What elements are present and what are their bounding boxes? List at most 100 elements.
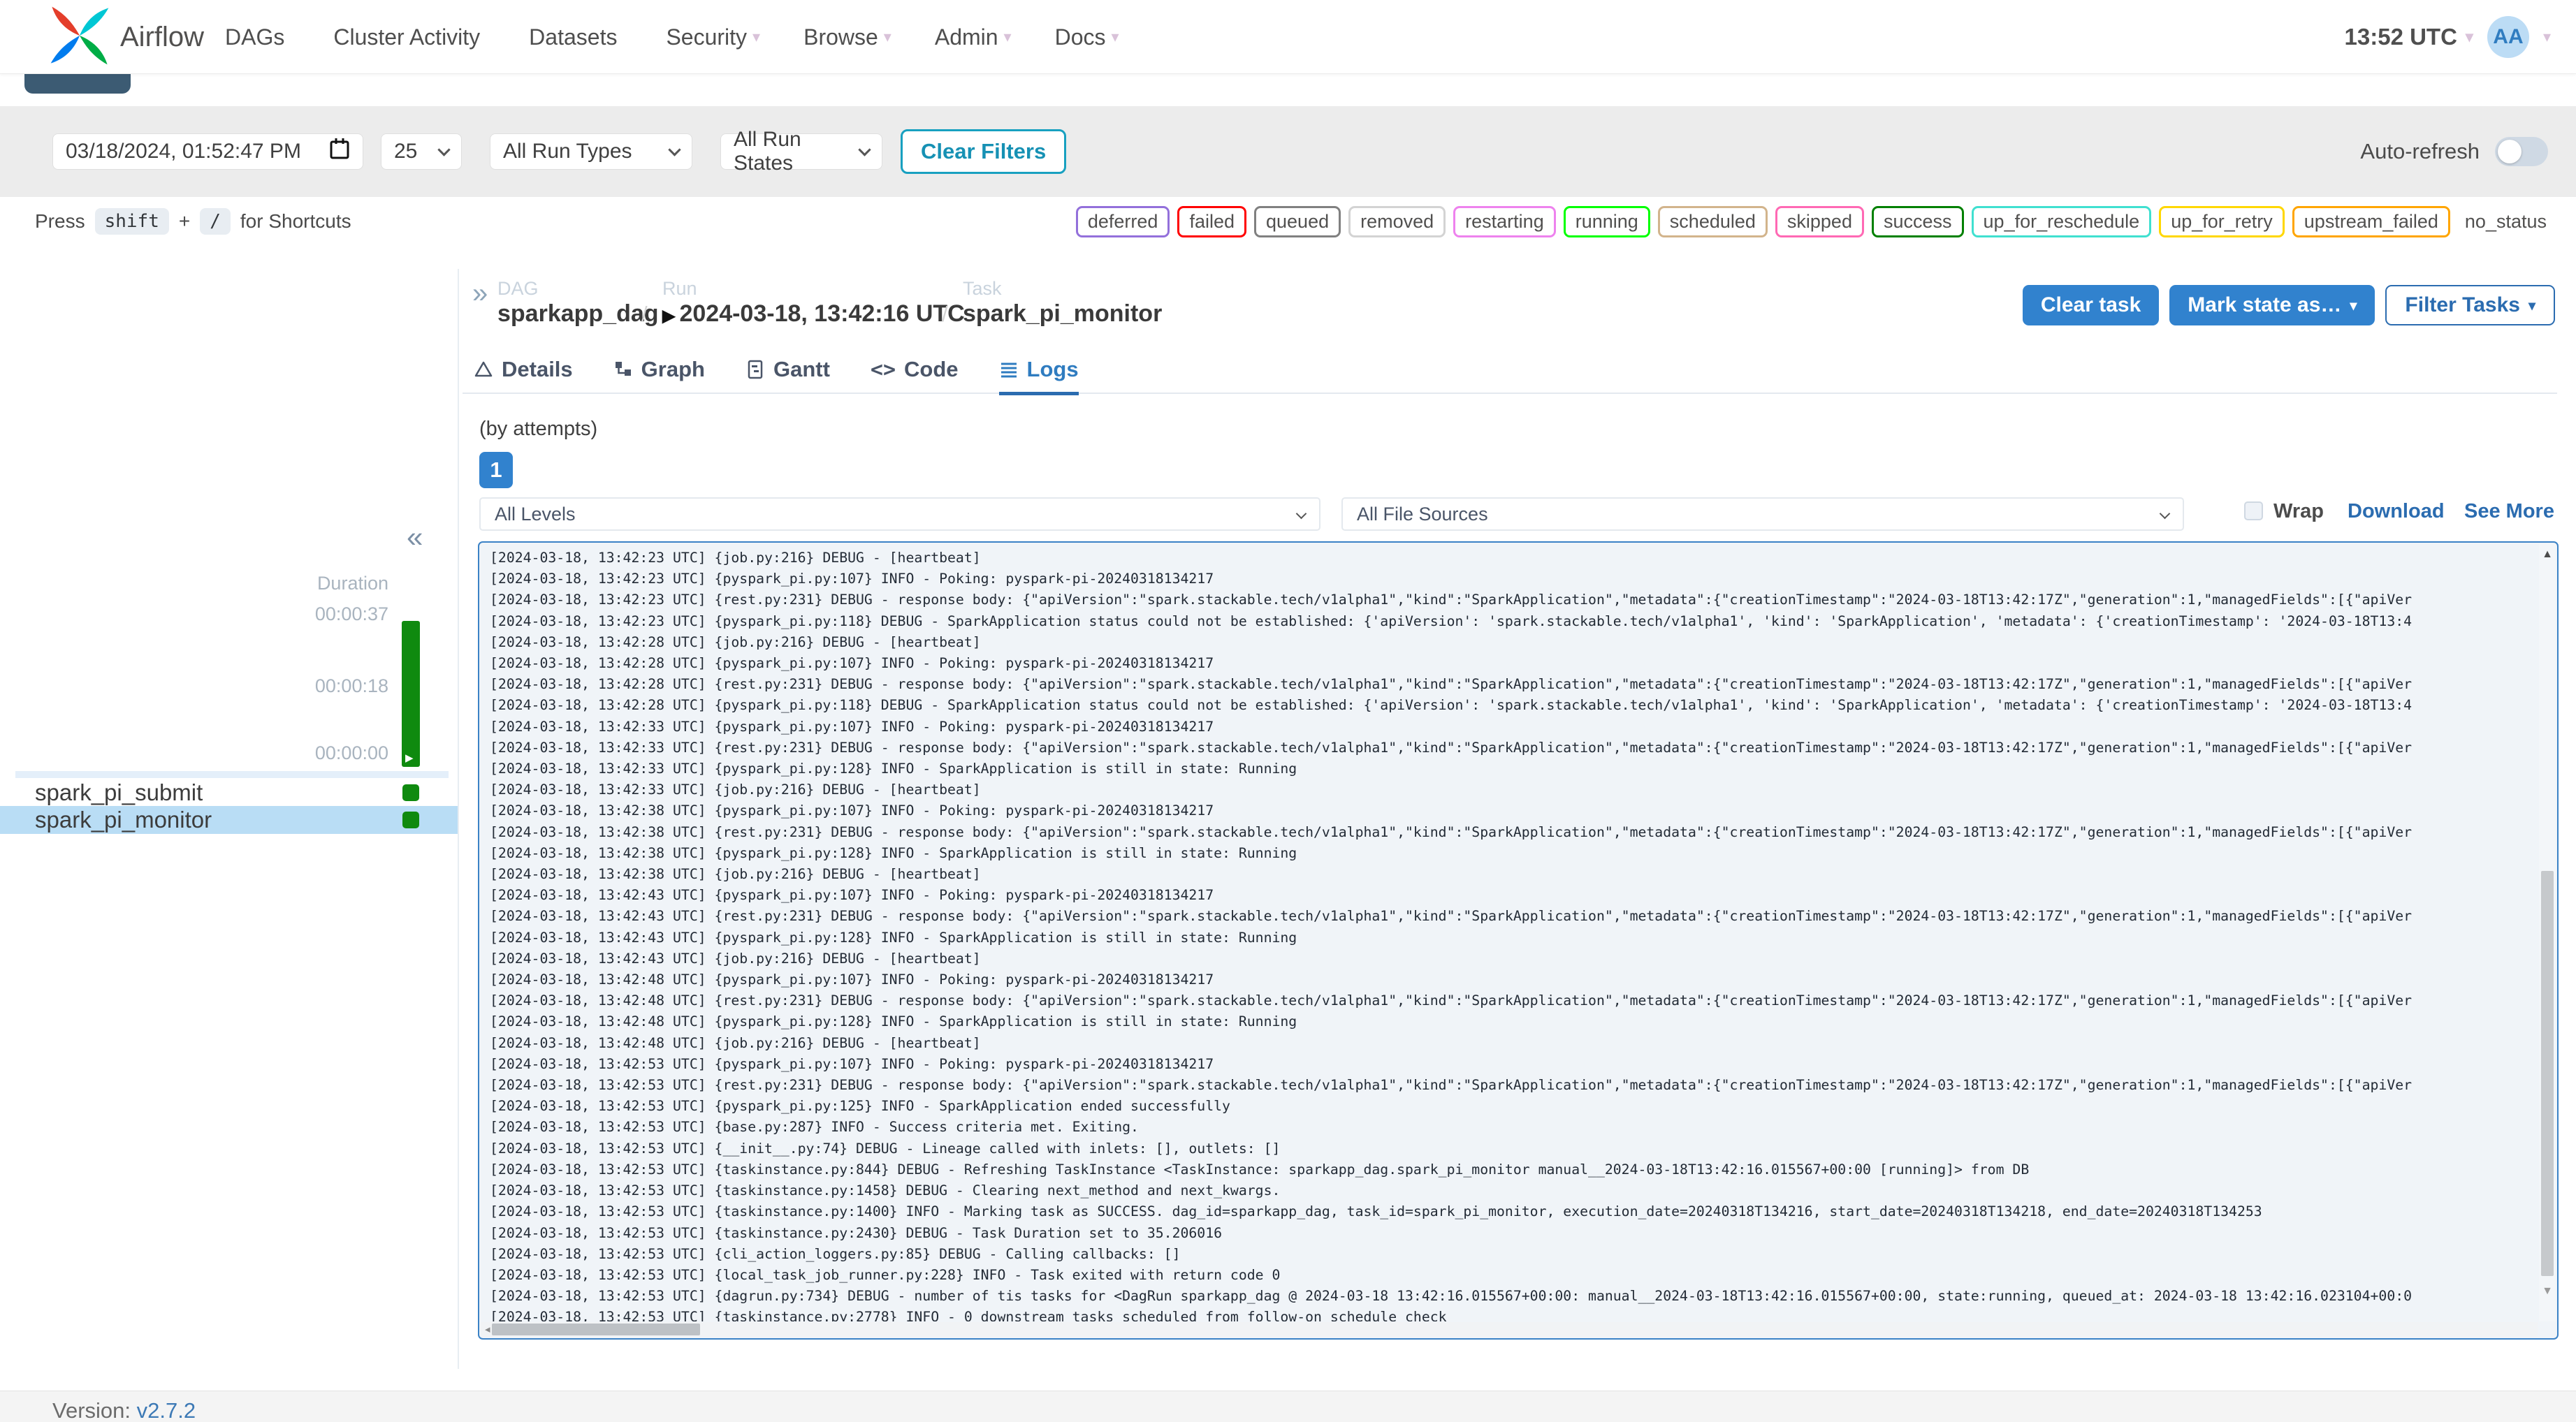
tab-logs[interactable]: Logs — [998, 348, 1079, 395]
status-badge: queued — [1254, 205, 1341, 237]
log-line: [2024-03-18, 13:42:53 UTC] {taskinstance… — [490, 1161, 2030, 1178]
run-types-select[interactable]: All Run Types — [490, 133, 692, 170]
task-name: spark_pi_monitor — [35, 807, 212, 833]
duration-tick: 00:00:00 — [314, 742, 388, 763]
vertical-scroll-thumb[interactable] — [2541, 871, 2554, 1276]
chevron-down-icon: ▾ — [752, 28, 761, 45]
log-line: [2024-03-18, 13:42:53 UTC] {taskinstance… — [490, 1224, 1223, 1241]
nav-item[interactable]: Cluster Activity — [333, 24, 486, 50]
download-link[interactable]: Download — [2348, 500, 2445, 523]
wrap-checkbox[interactable] — [2244, 501, 2263, 520]
chevron-down-icon: ▾ — [883, 28, 892, 45]
task-row-spark-pi-monitor[interactable]: spark_pi_monitor — [0, 806, 458, 834]
log-line: [2024-03-18, 13:42:53 UTC] {taskinstance… — [490, 1182, 1281, 1199]
log-line: [2024-03-18, 13:42:53 UTC] {dagrun.py:73… — [490, 1288, 2413, 1305]
base-date-field[interactable] — [52, 133, 363, 170]
timezone-selector[interactable]: 13:52 UTC ▾ — [2345, 24, 2473, 50]
task-sidebar: « Duration 00:00:37 00:00:18 00:00:00 ▶ … — [0, 246, 458, 1390]
nav-item[interactable]: Docs ▾ — [1055, 24, 1119, 50]
filter-bar-inner: 25 All Run Types All Run States Clear Fi… — [52, 106, 1067, 197]
calendar-icon[interactable] — [329, 138, 350, 166]
collapse-sidebar-icon[interactable]: « — [407, 522, 423, 552]
horizontal-scroll-thumb[interactable] — [492, 1324, 700, 1335]
logs-icon — [999, 360, 1019, 379]
run-link[interactable]: ▶ 2024-03-18, 13:42:16 UTC — [662, 300, 965, 328]
breadcrumb-separator: / — [641, 302, 648, 326]
see-more-link[interactable]: See More — [2464, 500, 2554, 523]
log-line: [2024-03-18, 13:42:28 UTC] {pyspark_pi.p… — [490, 697, 2413, 714]
tab-code[interactable]: <> Code — [871, 348, 959, 393]
navbar: Airflow DAGs Cluster Activity Datasets S… — [0, 0, 2576, 74]
log-line: [2024-03-18, 13:42:43 UTC] {pyspark_pi.p… — [490, 929, 1297, 946]
scroll-down-icon[interactable]: ▼ — [2539, 1285, 2556, 1298]
log-level-select[interactable]: All Levels — [479, 497, 1320, 531]
log-line: [2024-03-18, 13:42:48 UTC] {pyspark_pi.p… — [490, 972, 1214, 988]
pane-divider[interactable] — [458, 269, 459, 1369]
log-line: [2024-03-18, 13:42:28 UTC] {rest.py:231}… — [490, 676, 2413, 693]
breadcrumb-separator: / — [942, 302, 948, 326]
tab-details[interactable]: Details — [474, 348, 573, 393]
clear-filters-button[interactable]: Clear Filters — [901, 129, 1067, 174]
shortcut-press: Press — [35, 210, 85, 232]
no-status-label: no_status — [2464, 210, 2547, 232]
base-date-input[interactable] — [66, 140, 310, 163]
tab-gantt[interactable]: Gantt — [745, 348, 830, 393]
scroll-up-icon[interactable]: ▲ — [2539, 548, 2556, 561]
airflow-brand[interactable]: Airflow — [49, 4, 204, 70]
status-badge: deferred — [1075, 205, 1170, 237]
dag-link[interactable]: sparkapp_dag — [497, 300, 659, 328]
shortcut-hint: Press shift + / for Shortcuts — [35, 197, 351, 246]
chevron-down-icon: ▾ — [2465, 28, 2473, 45]
scroll-left-icon[interactable]: ◂ — [485, 1323, 490, 1335]
nav-item[interactable]: Browse ▾ — [803, 24, 892, 50]
log-line: [2024-03-18, 13:42:53 UTC] {__init__.py:… — [490, 1140, 1281, 1157]
log-line: [2024-03-18, 13:42:43 UTC] {rest.py:231}… — [490, 908, 2413, 925]
nav-item-label: Docs — [1054, 24, 1106, 50]
chevron-down-icon — [437, 143, 451, 156]
breadcrumb-run: Run ▶ 2024-03-18, 13:42:16 UTC — [662, 278, 965, 328]
nav-item[interactable]: DAGs — [225, 24, 290, 50]
status-badge: up_for_retry — [2159, 205, 2285, 237]
filter-tasks-button[interactable]: Filter Tasks ▾ — [2385, 285, 2555, 325]
log-line: [2024-03-18, 13:42:38 UTC] {rest.py:231}… — [490, 823, 2413, 840]
play-icon: ▶ — [405, 752, 414, 764]
mark-state-button[interactable]: Mark state as… ▾ — [2169, 285, 2375, 325]
status-badge: running — [1563, 205, 1650, 237]
attempt-1-button[interactable]: 1 — [479, 452, 513, 488]
duration-bar[interactable]: ▶ — [402, 621, 420, 767]
nav-item-label: Browse — [803, 24, 878, 50]
footer: Version: v2.7.2 — [0, 1391, 2576, 1422]
main-nav: DAGs Cluster Activity Datasets Security … — [225, 0, 1119, 74]
task-status-square[interactable] — [402, 812, 419, 828]
breadcrumb-task: Task spark_pi_monitor — [963, 278, 1162, 328]
log-line: [2024-03-18, 13:42:28 UTC] {pyspark_pi.p… — [490, 655, 1214, 672]
tab-graph[interactable]: Graph — [613, 348, 705, 393]
task-row-spark-pi-submit[interactable]: spark_pi_submit — [0, 779, 458, 806]
clear-task-button[interactable]: Clear task — [2022, 285, 2160, 325]
nav-item[interactable]: Admin ▾ — [935, 24, 1012, 50]
chart-axis-band — [15, 771, 449, 778]
filter-bar: 25 All Run Types All Run States Clear Fi… — [0, 106, 2576, 197]
nav-item-label: Admin — [934, 24, 998, 50]
horizontal-scrollbar[interactable]: ◂ — [481, 1322, 2538, 1337]
status-badge: restarting — [1453, 205, 1556, 237]
chevron-down-icon — [668, 143, 681, 156]
run-label: Run — [662, 278, 697, 299]
nav-item[interactable]: Security ▾ — [666, 24, 760, 50]
version-link[interactable]: v2.7.2 — [137, 1398, 196, 1422]
log-source-select[interactable]: All File Sources — [1341, 497, 2184, 531]
vertical-scrollbar[interactable]: ▲ ▼ — [2539, 544, 2556, 1321]
page-size-select[interactable]: 25 — [381, 133, 462, 170]
log-source-value: All File Sources — [1357, 503, 1488, 525]
log-lines: [2024-03-18, 13:42:23 UTC] {job.py:216} … — [481, 544, 2538, 1321]
avatar[interactable]: AA — [2487, 16, 2529, 58]
dag-label: DAG — [497, 278, 539, 299]
run-states-select[interactable]: All Run States — [720, 128, 882, 175]
auto-refresh-toggle[interactable] — [2495, 137, 2548, 166]
slash-key: / — [200, 208, 231, 235]
log-line: [2024-03-18, 13:42:23 UTC] {job.py:216} … — [490, 550, 981, 566]
nav-item[interactable]: Datasets — [529, 24, 623, 50]
run-states-value: All Run States — [734, 128, 801, 175]
task-link[interactable]: spark_pi_monitor — [963, 300, 1162, 328]
task-status-square[interactable] — [402, 784, 419, 801]
